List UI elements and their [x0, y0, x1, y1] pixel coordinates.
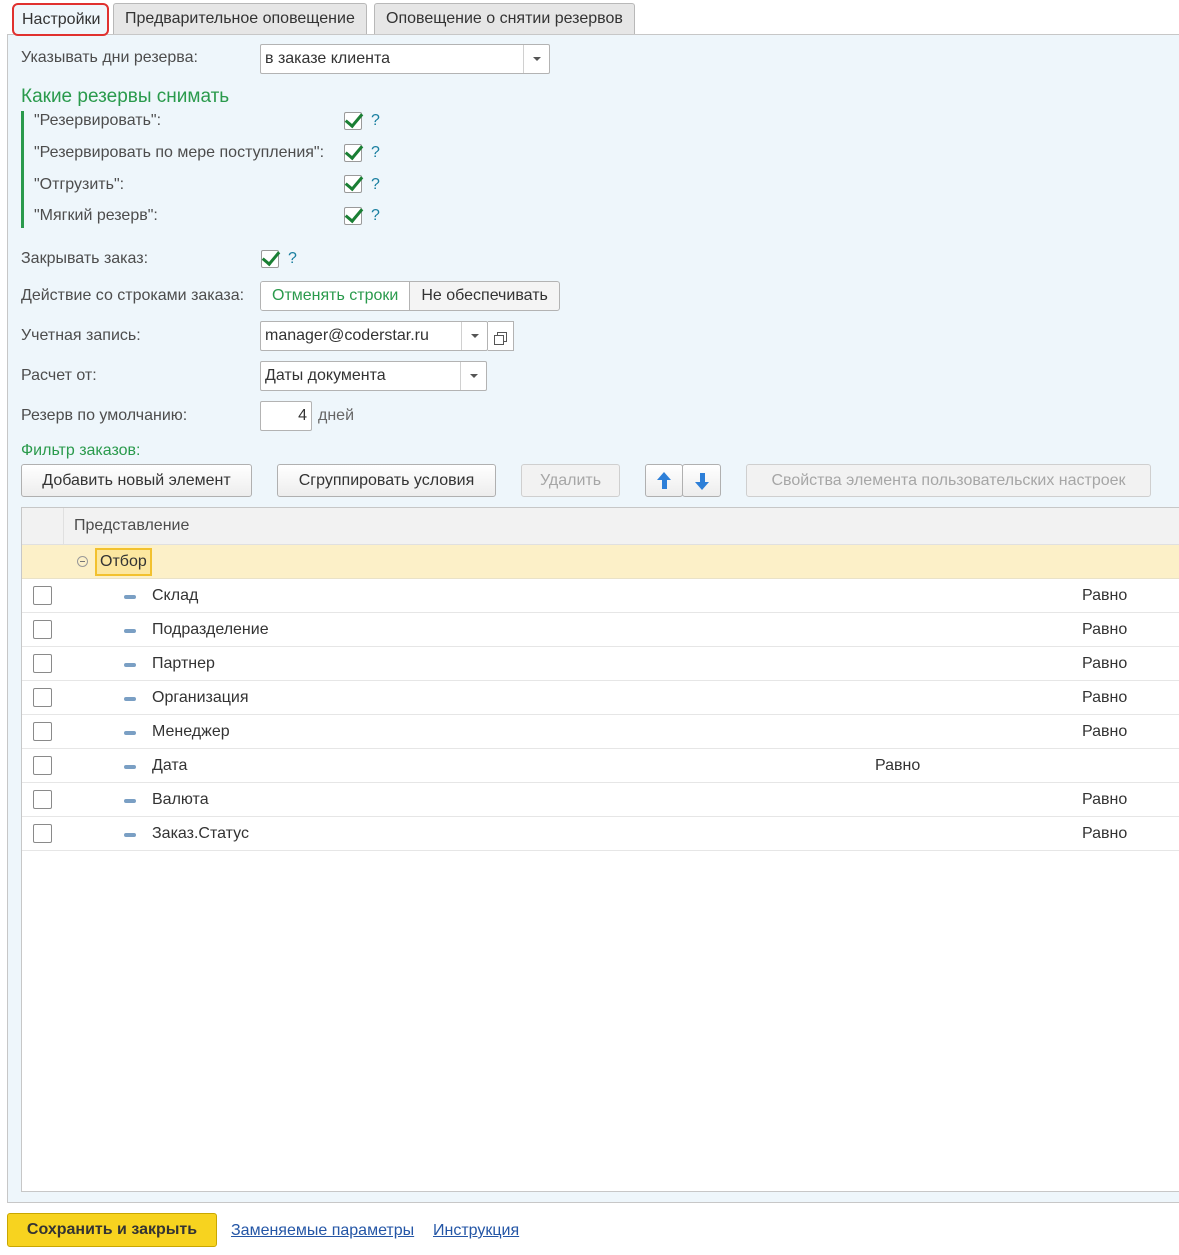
- row-condition: Равно: [1082, 791, 1128, 808]
- filter-title: Фильтр заказов:: [21, 442, 141, 459]
- do-not-provide-option[interactable]: Не обеспечивать: [410, 282, 559, 310]
- row-name: Склад: [152, 587, 199, 604]
- chevron-down-icon[interactable]: [523, 45, 549, 73]
- reserve-days-select[interactable]: в заказе клиента: [260, 44, 550, 74]
- account-value: manager@coderstar.ru: [265, 327, 429, 344]
- soft-reserve-checkbox[interactable]: [344, 207, 362, 225]
- row-name: Подразделение: [152, 621, 269, 638]
- chevron-down-icon[interactable]: [461, 322, 487, 350]
- table-row[interactable]: Заказ.Статус Равно: [22, 817, 1179, 851]
- add-element-button[interactable]: Добавить новый элемент: [21, 464, 252, 497]
- reserve-checkbox[interactable]: [344, 112, 362, 130]
- group-name: Отбор: [95, 548, 152, 576]
- table-row[interactable]: Дата Равно: [22, 749, 1179, 783]
- reserve-label: "Резервировать":: [34, 112, 162, 129]
- soft-reserve-label: "Мягкий резерв":: [34, 207, 158, 224]
- condition-item-icon: [124, 765, 136, 769]
- row-name: Валюта: [152, 791, 209, 808]
- group-conditions-button[interactable]: Сгруппировать условия: [277, 464, 496, 497]
- reserve-on-arrival-checkbox[interactable]: [344, 144, 362, 162]
- help-icon[interactable]: ?: [371, 144, 380, 162]
- row-checkbox[interactable]: [33, 620, 52, 639]
- row-name: Партнер: [152, 655, 215, 672]
- ship-label: "Отгрузить":: [34, 176, 125, 193]
- filter-table: Представление Отбор Склад Равно Подразде…: [21, 507, 1179, 1192]
- group-indicator-bar: [21, 111, 24, 228]
- group-row-selection[interactable]: Отбор: [22, 545, 1179, 579]
- calc-from-label: Расчет от:: [21, 367, 97, 384]
- replaceable-parameters-link[interactable]: Заменяемые параметры: [231, 1222, 414, 1240]
- ship-checkbox[interactable]: [344, 175, 362, 193]
- row-action-label: Действие со строками заказа:: [21, 287, 245, 304]
- table-row[interactable]: Подразделение Равно: [22, 613, 1179, 647]
- condition-item-icon: [124, 629, 136, 633]
- row-condition: Равно: [1082, 689, 1128, 706]
- row-action-switch: Отменять строки Не обеспечивать: [260, 281, 560, 311]
- row-condition: Равно: [1082, 655, 1128, 672]
- move-down-button[interactable]: [682, 464, 721, 497]
- save-and-close-button[interactable]: Сохранить и закрыть: [7, 1213, 217, 1247]
- row-name: Менеджер: [152, 723, 230, 740]
- tab-preliminary-notification[interactable]: Предварительное оповещение: [113, 3, 367, 35]
- table-row[interactable]: Валюта Равно: [22, 783, 1179, 817]
- row-checkbox[interactable]: [33, 654, 52, 673]
- close-order-label: Закрывать заказ:: [21, 250, 149, 267]
- instruction-link[interactable]: Инструкция: [433, 1222, 519, 1240]
- row-name: Дата: [152, 757, 188, 774]
- help-icon[interactable]: ?: [371, 207, 380, 225]
- row-checkbox[interactable]: [33, 688, 52, 707]
- collapse-icon[interactable]: [77, 556, 88, 567]
- help-icon[interactable]: ?: [371, 112, 380, 130]
- help-icon[interactable]: ?: [288, 250, 297, 268]
- row-condition: Равно: [1082, 825, 1128, 842]
- checkbox-column-header: [22, 508, 64, 544]
- condition-item-icon: [124, 833, 136, 837]
- row-checkbox[interactable]: [33, 824, 52, 843]
- element-properties-button[interactable]: Свойства элемента пользовательских настр…: [746, 464, 1151, 497]
- table-row[interactable]: Менеджер Равно: [22, 715, 1179, 749]
- reserve-on-arrival-label: "Резервировать по мере поступления":: [34, 144, 325, 161]
- move-up-button[interactable]: [645, 464, 683, 497]
- table-row[interactable]: Организация Равно: [22, 681, 1179, 715]
- row-checkbox[interactable]: [33, 722, 52, 741]
- which-reserves-title: Какие резервы снимать: [21, 86, 230, 107]
- row-condition: Равно: [875, 757, 921, 774]
- calc-from-value: Даты документа: [265, 367, 386, 384]
- row-name: Заказ.Статус: [152, 825, 249, 842]
- cancel-rows-option[interactable]: Отменять строки: [261, 282, 411, 310]
- row-name: Организация: [152, 689, 249, 706]
- tab-settings[interactable]: Настройки: [12, 3, 109, 36]
- delete-button[interactable]: Удалить: [521, 464, 620, 497]
- table-row[interactable]: Партнер Равно: [22, 647, 1179, 681]
- reserve-days-value: в заказе клиента: [265, 50, 390, 67]
- row-condition: Равно: [1082, 723, 1128, 740]
- condition-item-icon: [124, 595, 136, 599]
- help-icon[interactable]: ?: [371, 176, 380, 194]
- column-header-representation[interactable]: Представление: [74, 508, 189, 544]
- row-condition: Равно: [1082, 587, 1128, 604]
- condition-item-icon: [124, 663, 136, 667]
- table-row[interactable]: Склад Равно: [22, 579, 1179, 613]
- calc-from-select[interactable]: Даты документа: [260, 361, 487, 391]
- reserve-days-label: Указывать дни резерва:: [21, 49, 198, 66]
- open-icon[interactable]: [488, 321, 514, 351]
- default-reserve-label: Резерв по умолчанию:: [21, 407, 188, 424]
- table-header: Представление: [22, 508, 1179, 545]
- condition-item-icon: [124, 697, 136, 701]
- account-label: Учетная запись:: [21, 327, 141, 344]
- default-reserve-input[interactable]: 4: [260, 401, 312, 431]
- tab-reserve-removal-notification[interactable]: Оповещение о снятии резервов: [374, 3, 635, 35]
- condition-item-icon: [124, 731, 136, 735]
- days-unit-label: дней: [318, 407, 355, 424]
- row-condition: Равно: [1082, 621, 1128, 638]
- row-checkbox[interactable]: [33, 790, 52, 809]
- close-order-checkbox[interactable]: [261, 250, 279, 268]
- condition-item-icon: [124, 799, 136, 803]
- row-checkbox[interactable]: [33, 756, 52, 775]
- account-select[interactable]: manager@coderstar.ru: [260, 321, 488, 351]
- chevron-down-icon[interactable]: [460, 362, 486, 390]
- row-checkbox[interactable]: [33, 586, 52, 605]
